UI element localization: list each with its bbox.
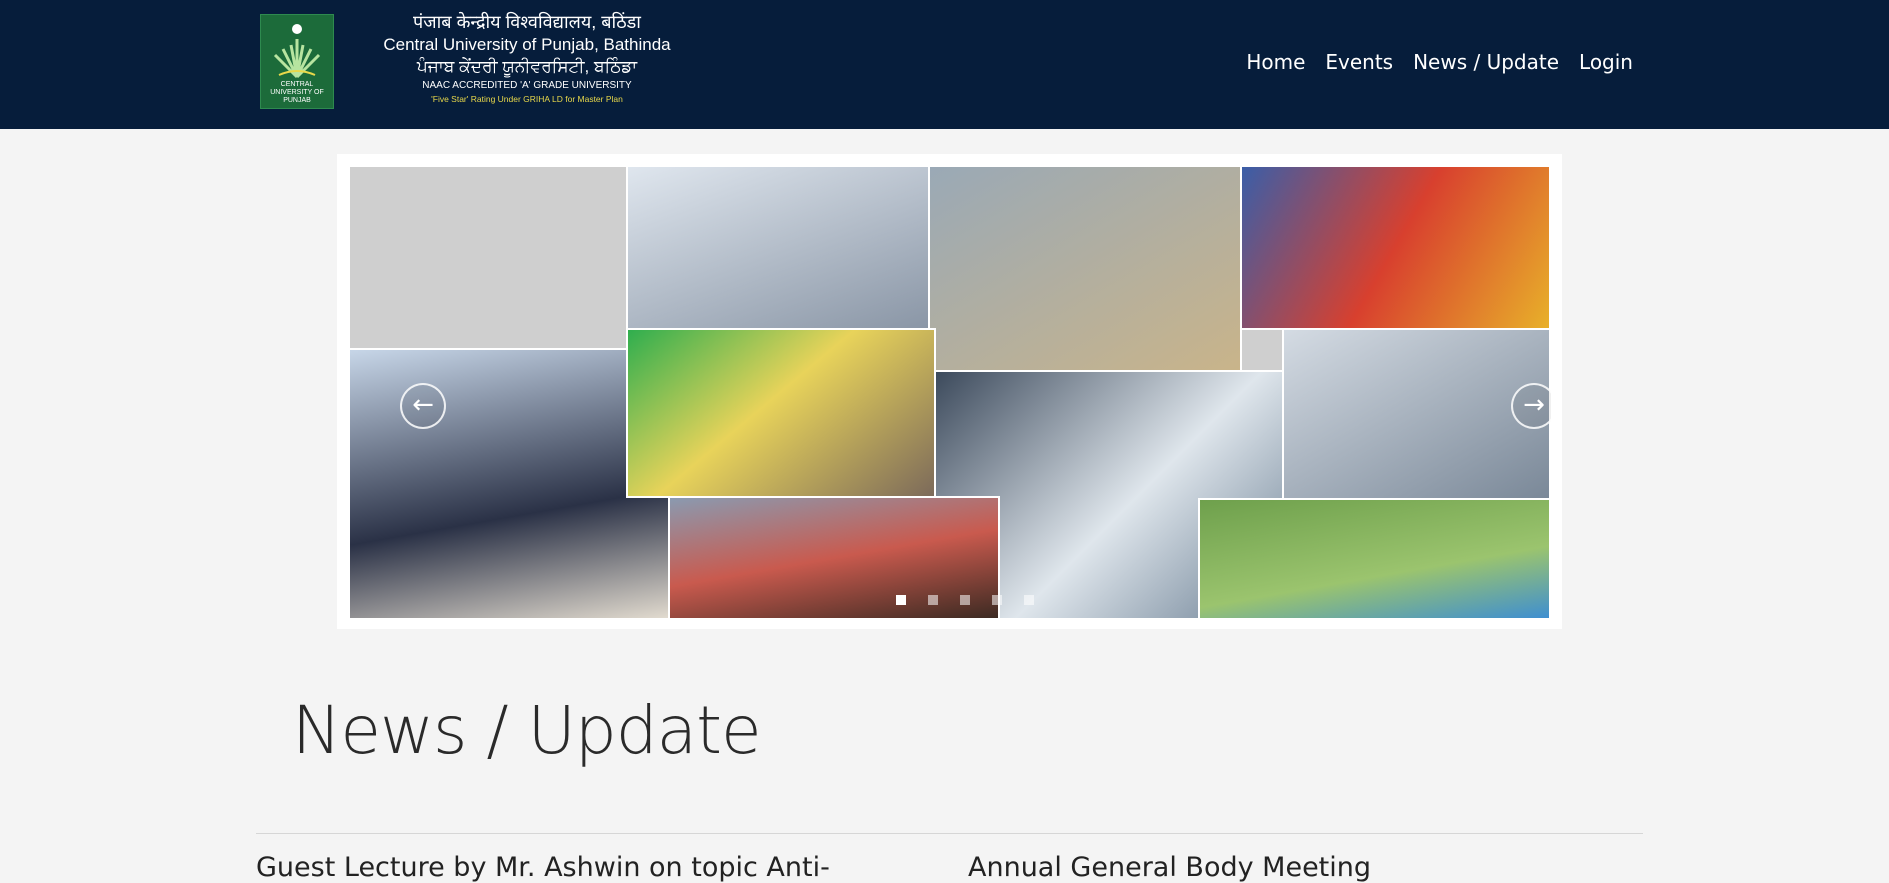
page-title: News / Update (292, 692, 762, 769)
carousel-indicators (896, 595, 1034, 605)
photo-cultural-dance (1240, 165, 1551, 330)
accreditation-text: NAAC ACCREDITED 'A' GRADE UNIVERSITY (422, 80, 632, 91)
divider (256, 833, 1643, 834)
nav-home[interactable]: Home (1246, 50, 1305, 74)
university-name-punjabi: ਪੰਜਾਬ ਕੇਂਦਰੀ ਯੂਨੀਵਰਸਿਟੀ, ਬਠਿੰਡਾ (416, 57, 638, 76)
carousel-next-button[interactable]: → (1511, 383, 1551, 429)
university-name-english: Central University of Punjab, Bathinda (383, 35, 671, 54)
news-item-title[interactable]: Annual General Body Meeting (968, 852, 1371, 883)
university-name-hindi: पंजाब केन्द्रीय विश्वविद्यालय, बठिंडा (413, 12, 641, 32)
nav-events[interactable]: Events (1325, 50, 1393, 74)
news-item-title[interactable]: Guest Lecture by Mr. Ashwin on topic Ant… (256, 852, 830, 883)
photo-yoga-session (1198, 498, 1551, 620)
photo-gym (1282, 328, 1551, 500)
top-navbar: CENTRAL UNIVERSITY OF PUNJAB पंजाब केन्द… (0, 0, 1889, 129)
carousel-indicator-3[interactable] (960, 595, 970, 605)
carousel-slide: ← → (348, 165, 1551, 620)
arrow-left-icon: ← (412, 390, 434, 420)
nav-news-update[interactable]: News / Update (1413, 50, 1559, 74)
carousel-indicator-2[interactable] (928, 595, 938, 605)
carousel-indicator-1[interactable] (896, 595, 906, 605)
photo-library (928, 165, 1242, 372)
photo-classroom (626, 328, 936, 498)
photo-students-talking (348, 165, 628, 350)
image-carousel: ← → (337, 154, 1562, 629)
logo-caption: CENTRAL UNIVERSITY OF PUNJAB (270, 81, 324, 104)
carousel-indicator-4[interactable] (992, 595, 1002, 605)
carousel-indicator-5[interactable] (1024, 595, 1034, 605)
nav-login[interactable]: Login (1579, 50, 1633, 74)
university-name-block: पंजाब केन्द्रीय विश्वविद्यालय, बठिंडा Ce… (362, 10, 692, 105)
griha-rating-text: 'Five Star' Rating Under GRIHA LD for Ma… (431, 94, 623, 104)
main-nav: Home Events News / Update Login (1246, 50, 1633, 74)
grass-emblem-icon (273, 24, 321, 79)
photo-computer-lab (626, 165, 930, 330)
arrow-right-icon: → (1523, 390, 1545, 420)
university-logo[interactable]: CENTRAL UNIVERSITY OF PUNJAB (260, 14, 334, 109)
carousel-prev-button[interactable]: ← (400, 383, 446, 429)
